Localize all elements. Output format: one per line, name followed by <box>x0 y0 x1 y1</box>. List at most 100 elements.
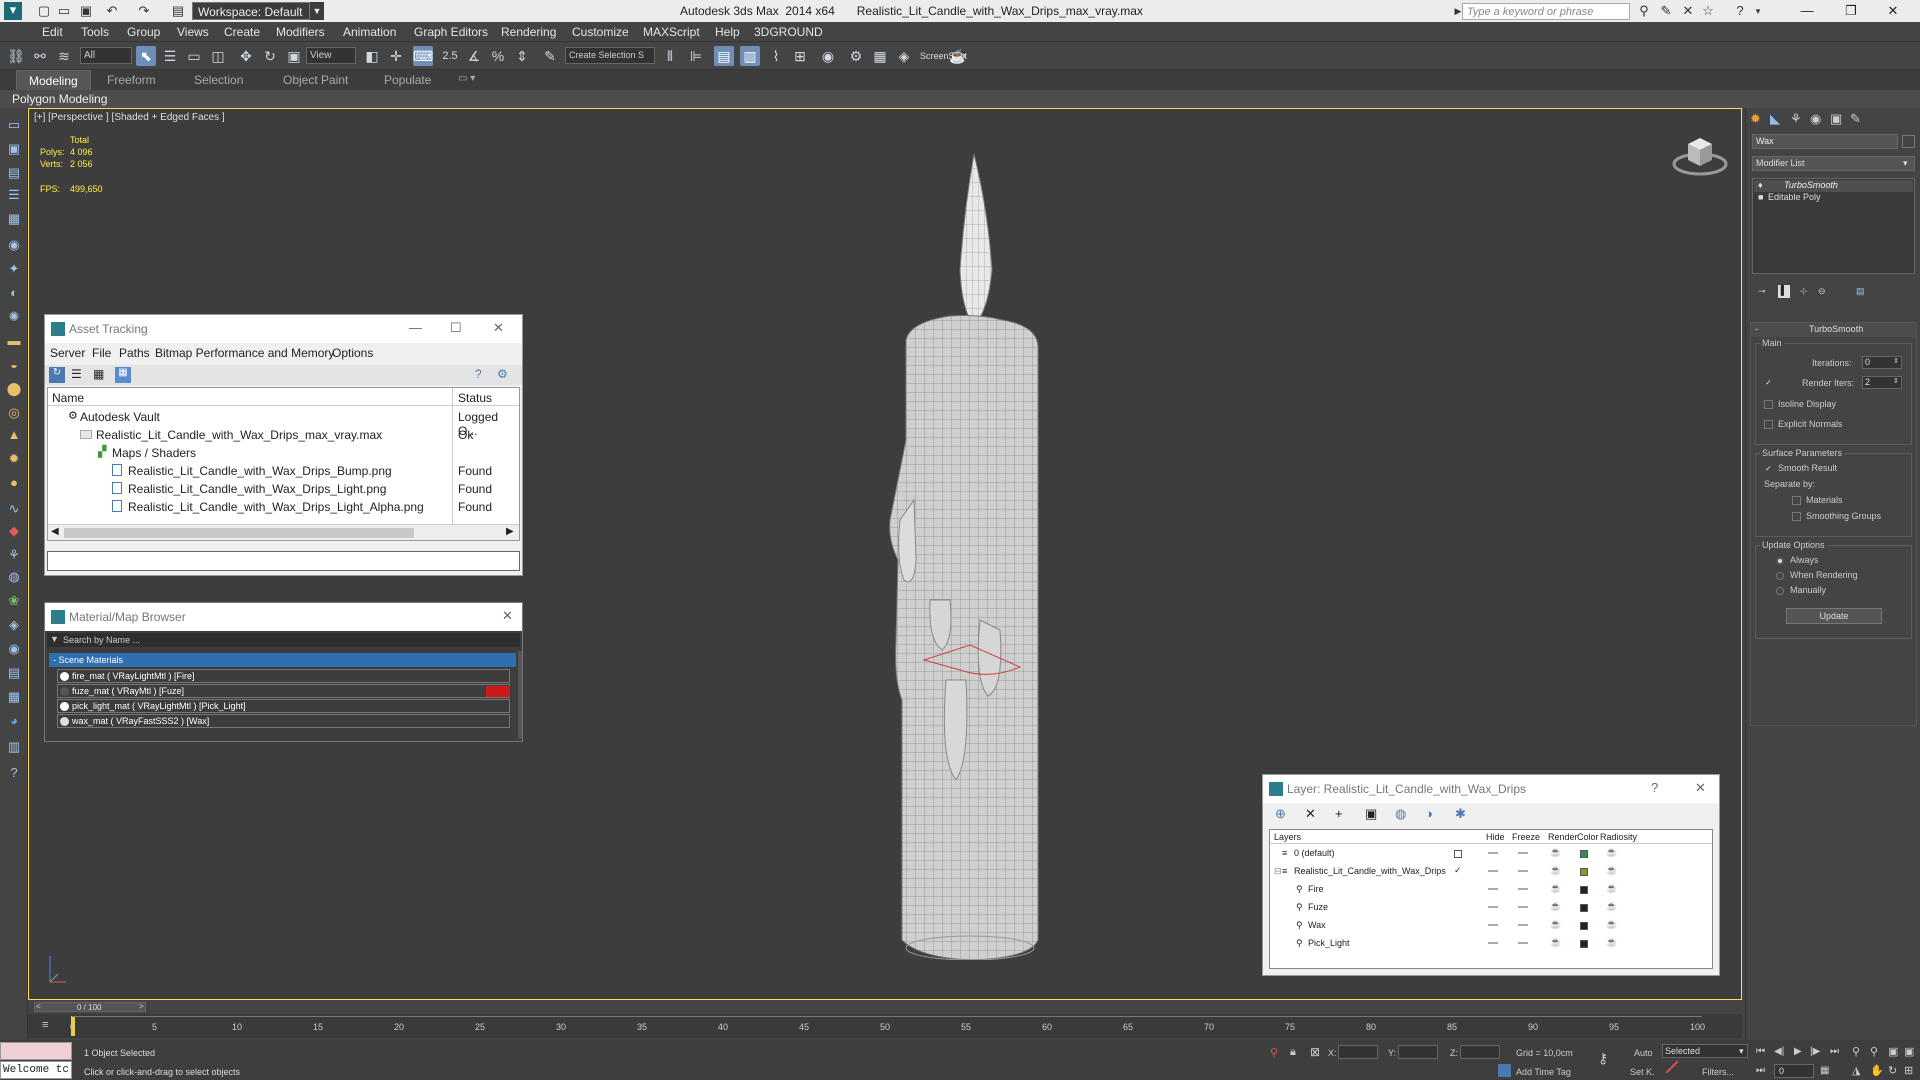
iterations-spinner[interactable]: 0 ⇕ <box>1862 356 1902 369</box>
angle-snap-icon[interactable]: ∡ <box>464 46 484 66</box>
active-layer-checkbox[interactable] <box>1454 850 1462 858</box>
smooth-result-checkbox[interactable]: ✓ <box>1764 464 1773 473</box>
layer-color-swatch[interactable] <box>1580 886 1588 894</box>
chevron-right-icon[interactable]: > <box>139 1002 144 1011</box>
sphere-icon[interactable]: ◒ <box>5 356 23 374</box>
close-icon[interactable]: ✕ <box>502 608 513 624</box>
minimize-icon[interactable]: — <box>1792 2 1822 20</box>
percent-snap-icon[interactable]: % <box>488 46 508 66</box>
table-row[interactable]: Realistic_Lit_Candle_with_Wax_Drips_Bump… <box>48 461 519 479</box>
mirror-icon[interactable]: ⫴ <box>660 46 680 66</box>
help-icon[interactable]: ? <box>475 367 482 381</box>
camera-icon[interactable]: ◉ <box>5 236 23 254</box>
radiosity-icon[interactable]: ☕ <box>1606 865 1617 876</box>
prev-frame-icon[interactable]: ◀| <box>1774 1046 1784 1057</box>
hide-toggle[interactable] <box>1488 906 1498 908</box>
menu-options[interactable]: Options <box>332 346 373 360</box>
chevron-down-icon[interactable]: ▼ <box>310 2 324 20</box>
spline-icon[interactable]: ∿ <box>5 500 23 518</box>
freeze-toggle[interactable] <box>1518 906 1528 908</box>
time-config-icon[interactable]: ▦ <box>1820 1065 1829 1076</box>
hide-toggle[interactable] <box>1488 852 1498 854</box>
display-tab-icon[interactable]: ▣ <box>1830 111 1842 127</box>
scrollbar-thumb[interactable] <box>64 528 414 538</box>
move-icon[interactable]: ✥ <box>236 46 256 66</box>
lightbulb-icon[interactable]: ♦ <box>1758 180 1763 190</box>
save-icon[interactable]: ▣ <box>78 3 94 19</box>
column-color[interactable]: Color <box>1577 832 1599 842</box>
column-freeze[interactable]: Freeze <box>1512 832 1540 842</box>
chevron-down-icon[interactable]: ▼ <box>50 634 59 644</box>
align-icon[interactable]: ⊫ <box>686 46 706 66</box>
zoom-icon[interactable]: ⚲ <box>1852 1045 1860 1058</box>
freeze-toggle[interactable] <box>1518 924 1528 926</box>
snaps-toggle-icon[interactable]: 2.5 <box>440 46 460 66</box>
globe-icon[interactable]: ◕ <box>5 712 23 730</box>
render-setup-icon[interactable]: ⚙ <box>846 46 866 66</box>
freeze-toggle[interactable] <box>1518 942 1528 944</box>
layer-manager-titlebar[interactable]: Layer: Realistic_Lit_Candle_with_Wax_Dri… <box>1263 775 1719 803</box>
list-item[interactable]: fire_mat ( VRayLightMtl ) [Fire] <box>57 669 510 683</box>
box-icon[interactable]: ▬ <box>5 332 23 350</box>
menu-server[interactable]: Server <box>50 346 85 360</box>
hide-toggle[interactable] <box>1488 924 1498 926</box>
modifier-list-dropdown[interactable]: Modifier List ▾ <box>1752 156 1915 171</box>
named-selection-dropdown[interactable]: Create Selection S <box>565 47 655 64</box>
collapse-icon[interactable]: ⊟ <box>1274 866 1282 877</box>
app-logo-icon[interactable]: ▾ <box>4 2 22 20</box>
close-icon[interactable]: ✕ <box>1695 780 1706 796</box>
always-radio[interactable] <box>1776 557 1784 565</box>
object-name-input[interactable]: Wax <box>1752 134 1898 149</box>
table-row[interactable]: ⚲ Fuze ☕ ☕ <box>1270 900 1712 917</box>
list-item[interactable]: fuze_mat ( VRayMtl ) [Fuze] <box>57 684 510 698</box>
minimize-icon[interactable]: — <box>409 320 422 335</box>
grid-icon[interactable]: ▦ <box>5 210 23 228</box>
helper-icon[interactable]: ◐ <box>5 284 23 302</box>
chevron-left-icon[interactable]: ◀ <box>51 526 59 537</box>
spinner-arrows-icon[interactable]: ⇕ <box>1893 377 1899 385</box>
polygon-modeling-label[interactable]: Polygon Modeling <box>12 92 107 106</box>
communication-icon[interactable]: ✕ <box>1680 3 1696 19</box>
scale-icon[interactable]: ▣ <box>284 46 304 66</box>
teapot-icon[interactable]: ☕ <box>948 46 968 66</box>
chevron-down-icon[interactable]: ▾ <box>1739 1046 1744 1057</box>
hide-toggle[interactable] <box>1488 888 1498 890</box>
display-icon[interactable]: ▣ <box>5 140 23 158</box>
undo-icon[interactable]: ↶ <box>104 3 120 19</box>
close-icon[interactable]: ✕ <box>1878 2 1908 20</box>
layer-manager-icon[interactable]: ▤ <box>714 46 734 66</box>
tab-object-paint[interactable]: Object Paint <box>283 73 348 87</box>
vertical-scrollbar[interactable] <box>518 651 522 739</box>
menu-edit[interactable]: Edit <box>42 25 63 39</box>
table-row[interactable]: ⚙ Autodesk Vault Logged O... <box>48 407 519 438</box>
new-file-icon[interactable]: ▢ <box>36 3 52 19</box>
hide-toggle[interactable] <box>1488 870 1498 872</box>
table-row[interactable]: ⚲ Wax ☕ ☕ <box>1270 918 1712 935</box>
go-to-end-icon[interactable]: ⏭ <box>1830 1046 1839 1057</box>
bind-spacewarp-icon[interactable]: ≋ <box>54 46 74 66</box>
select-by-name-icon[interactable]: ☰ <box>160 46 180 66</box>
search-input[interactable]: Type a keyword or phrase <box>1462 3 1630 20</box>
chevron-left-icon[interactable]: < <box>36 1002 41 1011</box>
cone-icon[interactable]: ▲ <box>5 426 23 444</box>
workspace-dropdown[interactable]: Workspace: Default - <box>192 2 310 33</box>
key-icon[interactable]: ⚷ <box>1598 1050 1608 1067</box>
open-file-icon[interactable]: ▭ <box>56 3 72 19</box>
modify-tab-icon[interactable]: ◣ <box>1770 111 1780 127</box>
utilities-tab-icon[interactable]: ✎ <box>1850 111 1861 127</box>
list-item[interactable]: ♦ TurboSmooth <box>1754 180 1913 192</box>
layer-color-swatch[interactable] <box>1580 940 1588 948</box>
settings-icon[interactable]: ⚙ <box>497 367 508 381</box>
manually-radio[interactable] <box>1776 587 1784 595</box>
radiosity-icon[interactable]: ☕ <box>1606 883 1617 894</box>
checkmark-icon[interactable]: ✓ <box>1454 865 1462 876</box>
configure-sets-icon[interactable]: ▤ <box>1856 286 1865 297</box>
material-icon[interactable]: ◈ <box>5 616 23 634</box>
list-icon[interactable]: ☰ <box>5 186 23 204</box>
spinner-snap-icon[interactable]: ⇕ <box>512 46 532 66</box>
field-of-view-icon[interactable]: ◮ <box>1852 1064 1860 1077</box>
column-render[interactable]: Render <box>1548 832 1578 842</box>
teapot-icon[interactable]: ☕ <box>1550 865 1561 876</box>
collapse-icon[interactable]: - <box>1755 324 1758 334</box>
help-icon[interactable]: ? <box>1732 3 1748 19</box>
